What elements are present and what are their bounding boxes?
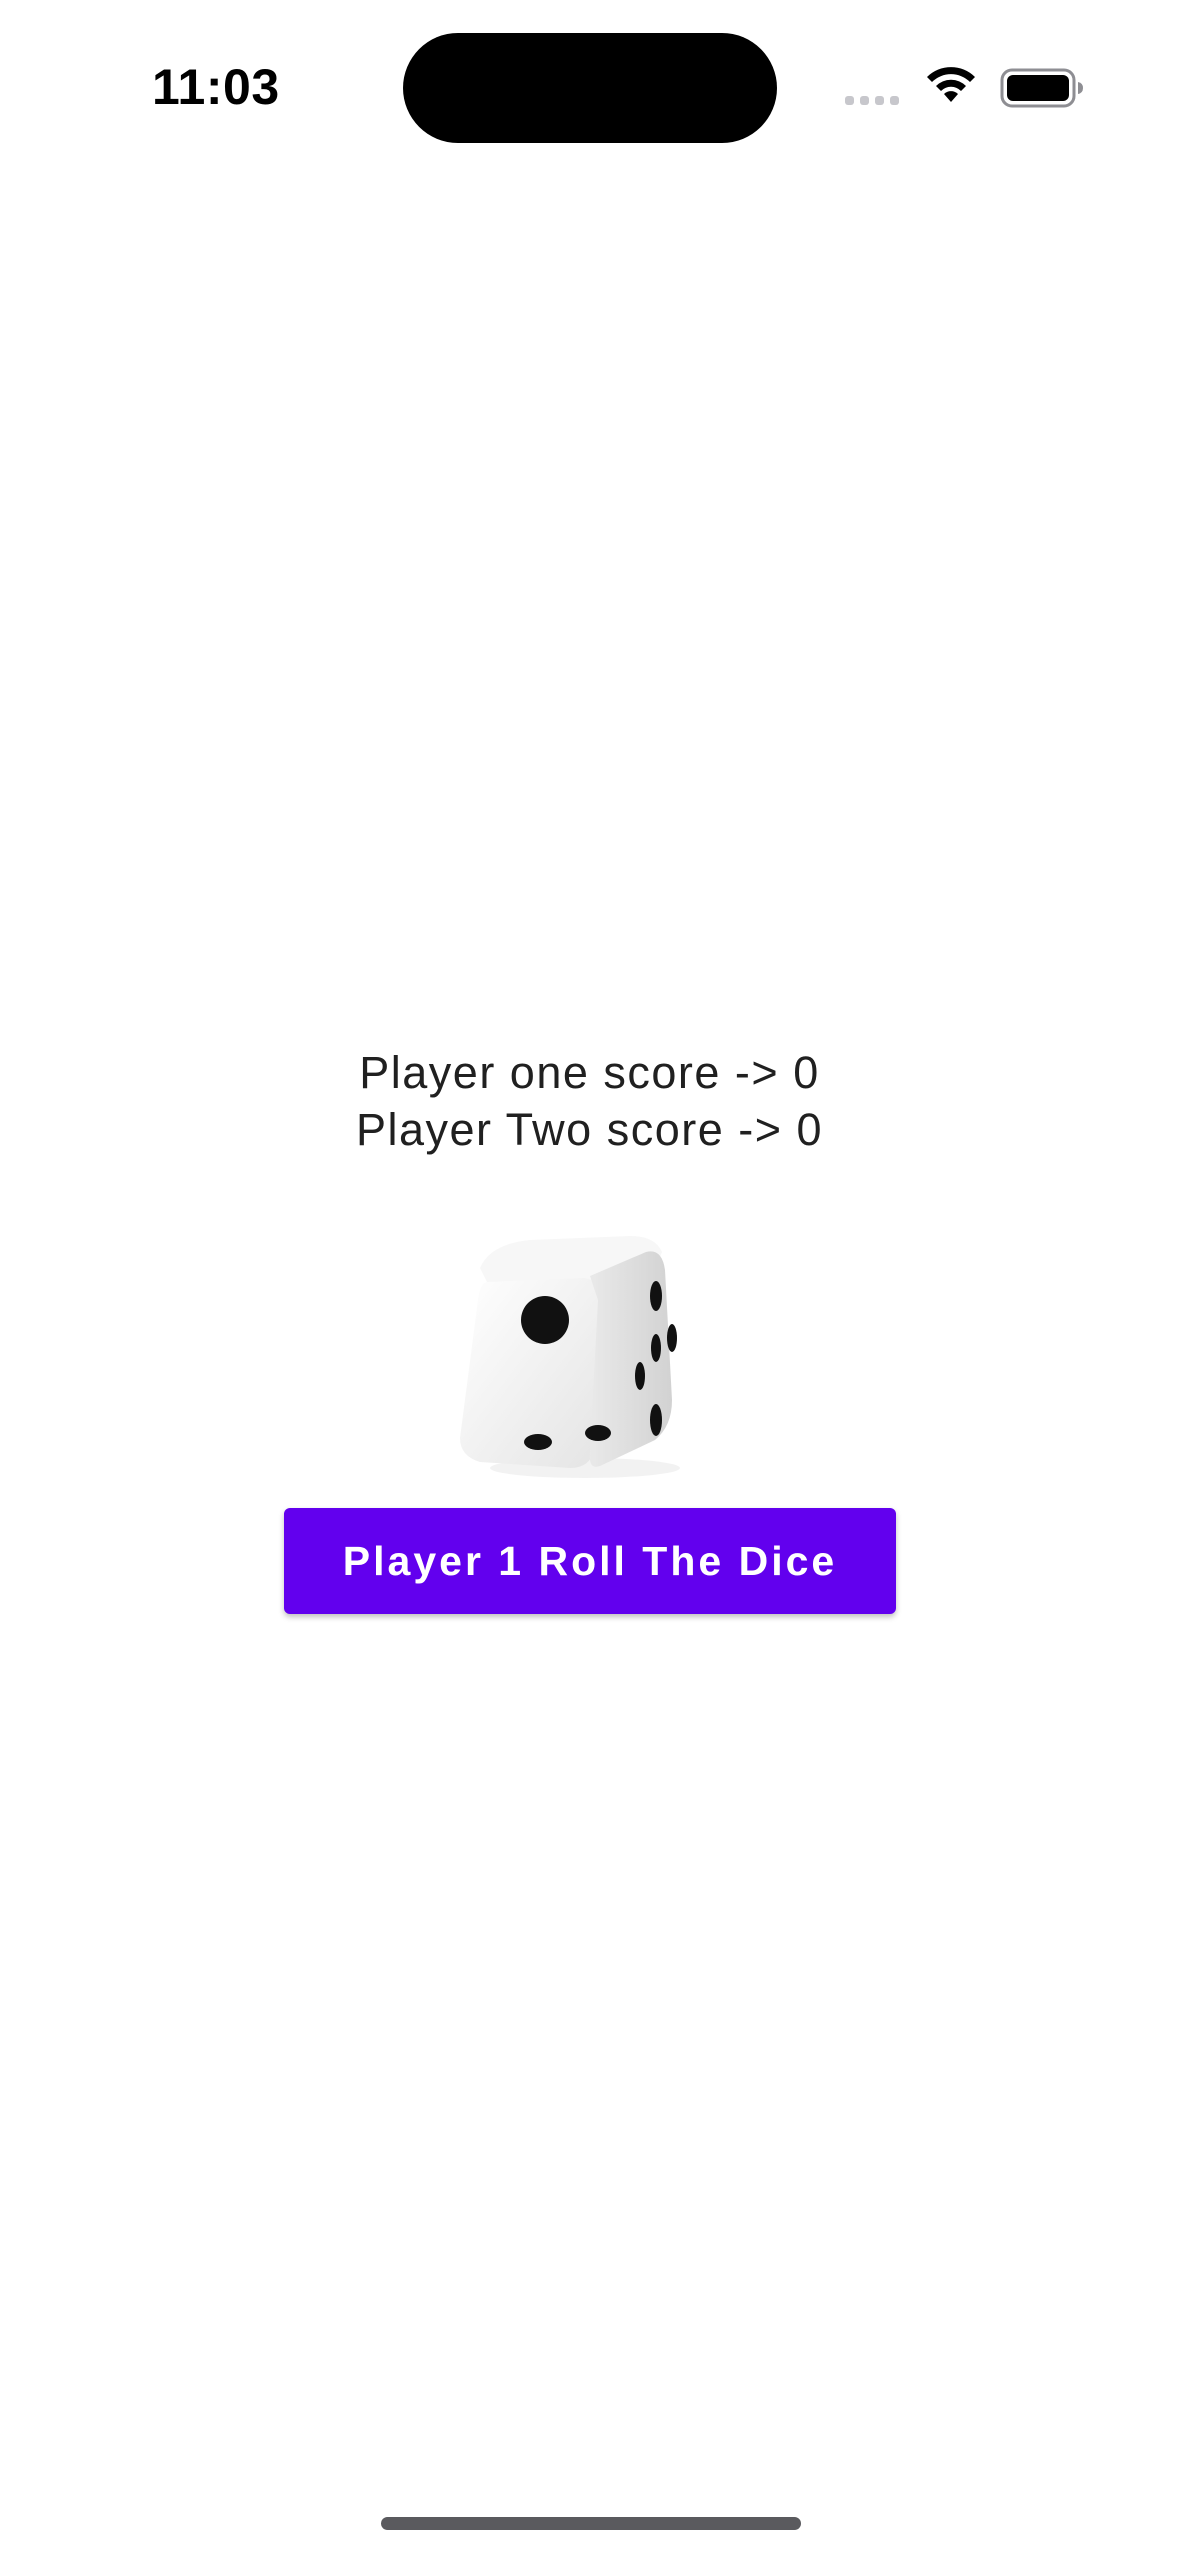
wifi-icon: [927, 67, 975, 102]
player-two-score: Player Two score -> 0: [355, 1104, 824, 1155]
dice-icon: [460, 1236, 680, 1478]
battery-icon: [1000, 68, 1083, 108]
roll-dice-button[interactable]: Player 1 Roll The Dice: [284, 1508, 896, 1614]
score-board: Player one score -> 0 Player Two score -…: [0, 1044, 1179, 1158]
status-bar-time: 11:03: [152, 59, 280, 115]
home-indicator[interactable]: [381, 2517, 801, 2530]
player-one-score: Player one score -> 0: [359, 1047, 820, 1098]
cellular-signal-icon: [845, 96, 899, 105]
dynamic-island: [403, 33, 777, 143]
